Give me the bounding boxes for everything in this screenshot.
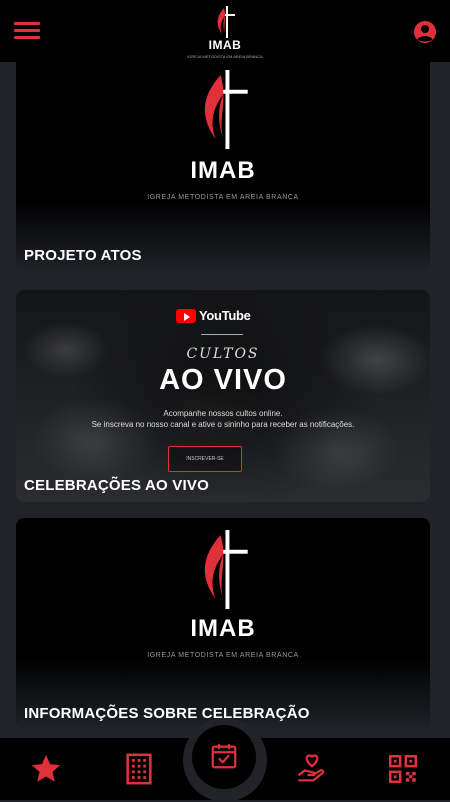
card-celebracoes-ao-vivo[interactable]: YouTube CULTOS AO VIVO Acompanhe nossos … (16, 290, 430, 502)
heart-hand-icon[interactable] (295, 752, 329, 786)
building-icon[interactable] (122, 752, 156, 786)
card-informacoes-celebracao[interactable]: IMAB IGREJA METODISTA EM AREIA BRANCA IN… (16, 518, 430, 728)
app-logo: IMAB IGREJA METODISTA EM AREIA BRANCA (180, 4, 270, 60)
methodist-cross-flame-icon (204, 70, 248, 150)
user-circle-icon[interactable] (413, 20, 437, 44)
card-logo (16, 70, 430, 159)
hamburger-menu-icon[interactable] (14, 20, 40, 40)
youtube-wordmark: YouTube (199, 308, 251, 323)
live-description-line: Se inscreva no nosso canal e ative o sin… (91, 420, 355, 429)
top-app-bar: IMAB IGREJA METODISTA EM AREIA BRANCA (0, 0, 450, 62)
card-projeto-atos[interactable]: IMAB IGREJA METODISTA EM AREIA BRANCA PR… (16, 40, 430, 270)
live-headline: AO VIVO (159, 364, 287, 396)
app-logo-subtitle: IGREJA METODISTA EM AREIA BRANCA (187, 54, 263, 59)
divider (201, 334, 243, 335)
youtube-icon (176, 309, 196, 323)
qr-code-icon[interactable] (386, 752, 420, 786)
methodist-cross-flame-icon (217, 6, 235, 38)
card-title: PROJETO ATOS (24, 247, 142, 264)
card-logo-wordmark: IMAB (190, 615, 256, 642)
center-nav-cutout (183, 718, 267, 802)
subscribe-button[interactable]: INSCREVER-SE (168, 446, 242, 472)
app-logo-wordmark: IMAB (208, 38, 242, 52)
card-title: CELEBRAÇÕES AO VIVO (24, 477, 209, 494)
calendar-check-icon (211, 744, 237, 769)
youtube-logo: YouTube (176, 308, 276, 324)
live-description: Acompanhe nossos cultos online. Se inscr… (16, 408, 430, 430)
live-description-line: Acompanhe nossos cultos online. (163, 409, 283, 418)
card-logo-wordmark: IMAB (190, 157, 256, 184)
live-kicker: CULTOS (186, 346, 260, 362)
methodist-cross-flame-icon (204, 530, 248, 610)
card-title: INFORMAÇÕES SOBRE CELEBRAÇÃO (24, 705, 310, 722)
star-icon[interactable] (29, 752, 63, 786)
card-logo (16, 530, 430, 619)
calendar-nav-button[interactable] (192, 725, 256, 789)
